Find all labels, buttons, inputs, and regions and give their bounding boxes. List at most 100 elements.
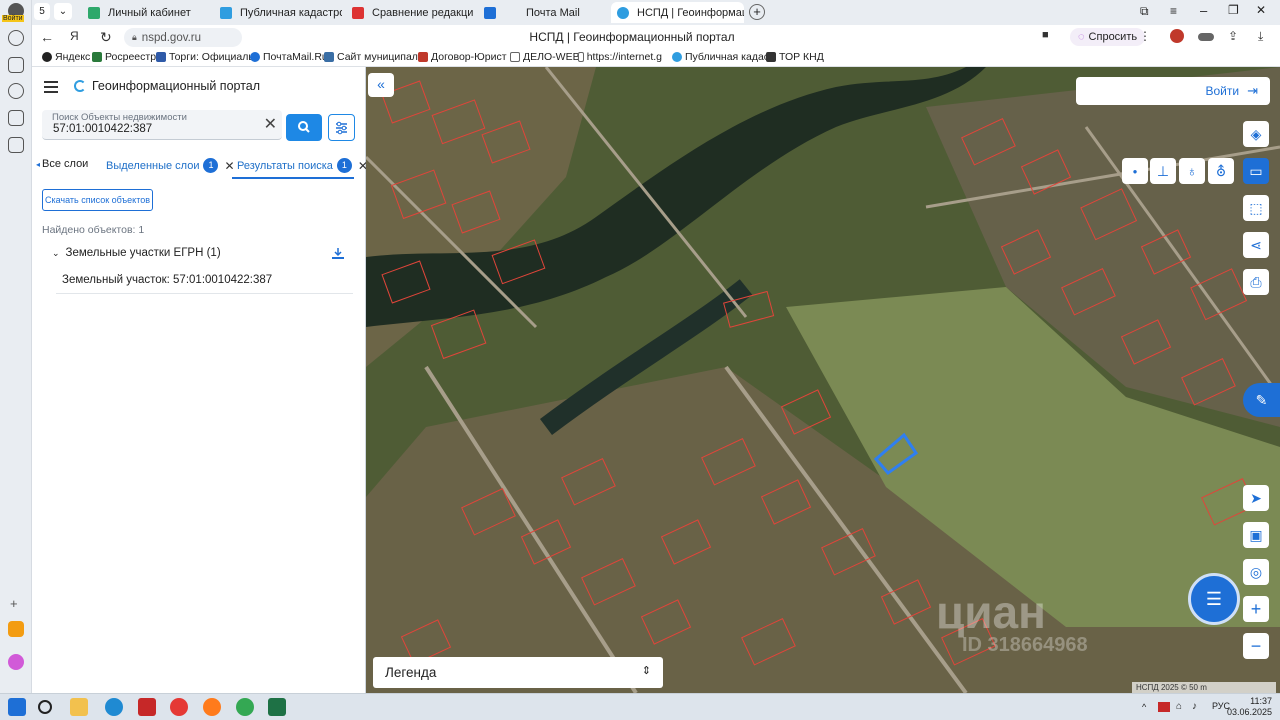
- feedback-button[interactable]: ✎: [1243, 383, 1280, 417]
- pin-icon[interactable]: ⧉: [1140, 4, 1149, 19]
- clock[interactable]: 11:37 03.06.2025: [1227, 696, 1272, 718]
- legend-dropdown[interactable]: Легенда ⇕: [373, 657, 663, 688]
- document-icon: [418, 52, 428, 62]
- screenshot-icon[interactable]: [8, 137, 24, 153]
- minimize-icon[interactable]: –: [1200, 3, 1207, 18]
- tab-personal-cabinet[interactable]: Личный кабинет: [82, 2, 210, 23]
- geolocation-button[interactable]: ➤: [1243, 485, 1269, 511]
- tray-app-icon[interactable]: [1158, 702, 1170, 712]
- tab-group-icon[interactable]: 5: [34, 3, 50, 20]
- measure-button[interactable]: ▭: [1243, 158, 1269, 184]
- gosuslugi-icon: [88, 6, 100, 19]
- network-icon[interactable]: ⌂: [1176, 701, 1182, 712]
- url-field[interactable]: 🔒︎ nspd.gov.ru: [124, 28, 242, 47]
- mailru-icon: [250, 52, 260, 62]
- chrome-icon[interactable]: [236, 698, 254, 716]
- file-explorer-icon[interactable]: [70, 698, 88, 716]
- bookmark-municipal[interactable]: Сайт муниципаль: [324, 51, 423, 63]
- tab-label: НСПД | Геоинформационн: [637, 6, 744, 19]
- download-list-button[interactable]: Скачать список объектов: [42, 189, 153, 211]
- close-icon[interactable]: ✕: [224, 159, 234, 173]
- filter-button[interactable]: [328, 114, 355, 141]
- yandex-browser-icon[interactable]: [170, 698, 188, 716]
- share-button[interactable]: ⋖: [1243, 232, 1269, 258]
- player-icon[interactable]: [8, 83, 24, 99]
- volume-icon[interactable]: ♪: [1192, 701, 1197, 712]
- group-download-icon[interactable]: [332, 247, 344, 259]
- shield-icon: [766, 52, 776, 62]
- result-item[interactable]: Земельный участок: 57:01:0010422:387: [56, 266, 353, 294]
- chat-button[interactable]: ☰: [1188, 573, 1240, 625]
- firefox-icon[interactable]: [203, 698, 221, 716]
- windows-start-icon[interactable]: [8, 698, 26, 716]
- search-taskbar-icon[interactable]: [38, 700, 52, 714]
- profile-login-label[interactable]: Войти: [2, 15, 24, 22]
- tab-nspd[interactable]: НСПД | Геоинформационн✕: [611, 2, 744, 23]
- tab-all-layers[interactable]: ◂ Все слои: [36, 158, 88, 170]
- result-group[interactable]: ⌄ Земельные участки ЕГРН (1): [52, 247, 221, 259]
- close-window-icon[interactable]: ✕: [1256, 3, 1266, 17]
- share-icon[interactable]: ⇪: [1228, 29, 1238, 43]
- clear-icon[interactable]: ✕: [264, 117, 277, 133]
- line-tool-button[interactable]: ⊥: [1150, 158, 1176, 184]
- area-tool-button[interactable]: ♁: [1179, 158, 1205, 184]
- bookmark-public-cadastral[interactable]: Публичная кадас: [672, 51, 769, 63]
- select-area-button[interactable]: ⬚: [1243, 195, 1269, 221]
- bookmark-yandex[interactable]: Яндекс: [42, 51, 90, 63]
- circle-tool-button[interactable]: ⛢: [1208, 158, 1234, 184]
- reload-icon[interactable]: ↻: [100, 29, 112, 46]
- minimap-button[interactable]: ▣: [1243, 522, 1269, 548]
- search-button[interactable]: [286, 114, 322, 141]
- location-button[interactable]: ◎: [1243, 559, 1269, 585]
- zoom-in-button[interactable]: +: [1243, 596, 1269, 622]
- restore-icon[interactable]: ❐: [1228, 3, 1239, 17]
- url-text: nspd.gov.ru: [141, 31, 202, 44]
- history-icon[interactable]: [8, 30, 24, 46]
- excel-icon[interactable]: [268, 698, 286, 716]
- tab-cadastral-map[interactable]: Публичная кадастровая ка: [214, 2, 342, 23]
- tab-list-chevron-icon[interactable]: ⌄: [54, 3, 72, 20]
- hamburger-menu-icon[interactable]: [44, 81, 58, 96]
- bookmark-dogovor[interactable]: Договор-Юрист: [418, 51, 507, 63]
- tab-compare-editions[interactable]: Сравнение редакций: Зем: [346, 2, 474, 23]
- add-panel-icon[interactable]: +: [10, 596, 18, 611]
- point-tool-button[interactable]: ●: [1122, 158, 1148, 184]
- bookmark-mailru[interactable]: ПочтаMail.Ru: [250, 51, 328, 63]
- layers-button[interactable]: ◈: [1243, 121, 1269, 147]
- login-button[interactable]: Войти ⇥: [1076, 77, 1270, 105]
- bookmark-internet[interactable]: https://internet.g: [578, 51, 662, 63]
- tab-selected-layers[interactable]: Выделенные слои 1 ✕: [106, 158, 235, 173]
- taskbar: ^ ⌂ ♪ РУС 11:37 03.06.2025: [0, 693, 1280, 720]
- tray-chevron-icon[interactable]: ^: [1142, 702, 1146, 712]
- app-icon[interactable]: [8, 110, 24, 126]
- new-tab-icon[interactable]: +: [749, 4, 765, 20]
- map-view[interactable]: циан ID 318664968 « Войти ⇥ ◈ ● ⊥ ♁ ⛢ ▭ ⬚…: [366, 67, 1280, 693]
- tab-search-results[interactable]: Результаты поиска 1 ✕: [237, 158, 368, 173]
- search-input[interactable]: Поиск Объекты недвижимости 57:01:0010422…: [42, 110, 282, 140]
- ask-button[interactable]: ◌ Спросить: [1070, 28, 1146, 46]
- collections-icon[interactable]: [8, 57, 24, 73]
- collapse-panel-button[interactable]: «: [368, 73, 394, 97]
- zoom-out-button[interactable]: −: [1243, 633, 1269, 659]
- bookmark-tor-knd[interactable]: ТОР КНД: [766, 51, 824, 63]
- download-icon[interactable]: ⤓: [1258, 29, 1263, 44]
- back-icon[interactable]: ←: [40, 29, 54, 45]
- extensions-icon[interactable]: ⋮: [1139, 29, 1151, 43]
- tab-label: Почта Mail: [526, 6, 580, 19]
- portal-title: Геоинформационный портал: [92, 79, 261, 93]
- acrobat-icon[interactable]: [138, 698, 156, 716]
- menu-icon[interactable]: ≡: [1170, 4, 1177, 18]
- alice-icon[interactable]: [8, 654, 24, 670]
- mail-app-icon[interactable]: [8, 621, 24, 637]
- edge-icon[interactable]: [105, 698, 123, 716]
- tab-mail[interactable]: Почта Mail: [478, 2, 606, 23]
- bookmark-icon[interactable]: ■: [1042, 29, 1049, 41]
- bookmark-rosreestr[interactable]: Росреестр: [92, 51, 156, 63]
- extension-icon[interactable]: [1170, 29, 1184, 43]
- yandex-icon: [42, 52, 52, 62]
- print-button[interactable]: ⎙: [1243, 269, 1269, 295]
- downloads-icon[interactable]: [1198, 33, 1214, 41]
- yandex-home-icon[interactable]: Я: [70, 29, 79, 43]
- bookmark-delo[interactable]: ДЕЛО-WEB: [510, 51, 580, 63]
- bookmark-torgi[interactable]: Торги: Официаль: [156, 51, 254, 63]
